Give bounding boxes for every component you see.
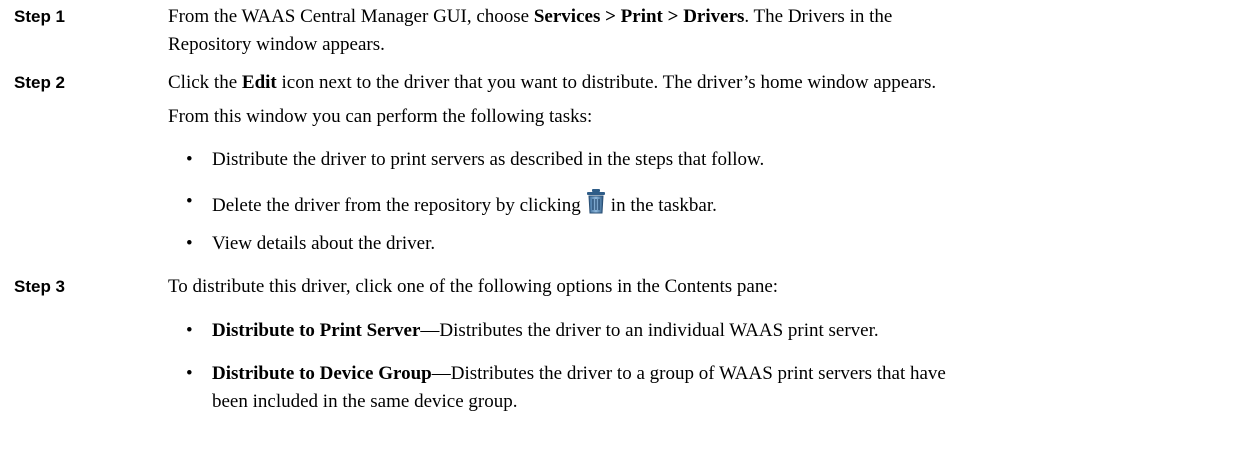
bullet-dot: • — [186, 363, 193, 384]
step-3-bullet-2-cont: been included in the same device group. — [212, 391, 518, 412]
bullet-dot: • — [186, 320, 193, 341]
step-2-text-end: icon next to the driver that you want to… — [276, 72, 937, 93]
edit-term: Edit — [241, 72, 277, 93]
step-2-text-part: Click the — [168, 72, 242, 93]
option-device-group-desc: —Distributes the driver to a group of WA… — [431, 363, 946, 384]
step-3-label: Step 3 — [14, 277, 66, 296]
bullet-dot: • — [186, 149, 193, 170]
step-2-text: Click the Edit icon next to the driver t… — [168, 69, 1238, 97]
step-1-text-end: . The Drivers in the — [744, 6, 893, 27]
step-1-text: From the WAAS Central Manager GUI, choos… — [168, 3, 1238, 31]
bullet-dot: • — [186, 191, 193, 212]
option-device-group: Distribute to Device Group — [212, 363, 432, 384]
bullet-dot: • — [186, 233, 193, 254]
step-3-bullet-2: Distribute to Device Group—Distributes t… — [212, 360, 1232, 388]
trash-icon — [585, 188, 607, 214]
option-print-server-desc: —Distributes the driver to an individual… — [420, 320, 879, 341]
step-3-text: To distribute this driver, click one of … — [168, 276, 779, 297]
bullet-2-text-after: in the taskbar. — [610, 195, 717, 216]
step-2-bullet-1: Distribute the driver to print servers a… — [212, 149, 765, 170]
step-1-label: Step 1 — [14, 7, 66, 26]
document-page: Step 1 From the WAAS Central Manager GUI… — [0, 0, 1251, 459]
bullet-2-text-before: Delete the driver from the repository by… — [212, 195, 581, 216]
menu-path: Services > Print > Drivers — [533, 6, 745, 27]
step-3-bullet-1: Distribute to Print Server—Distributes t… — [212, 317, 1232, 345]
step-1-text-part: From the WAAS Central Manager GUI, choos… — [168, 6, 534, 27]
step-2-label: Step 2 — [14, 73, 66, 92]
step-2-bullet-3: View details about the driver. — [212, 233, 436, 254]
step-2-bullet-2: Delete the driver from the repository by… — [212, 188, 1232, 220]
option-print-server: Distribute to Print Server — [212, 320, 421, 341]
step-2-intro: From this window you can perform the fol… — [168, 106, 593, 127]
step-1-text-line2: Repository window appears. — [168, 34, 385, 55]
